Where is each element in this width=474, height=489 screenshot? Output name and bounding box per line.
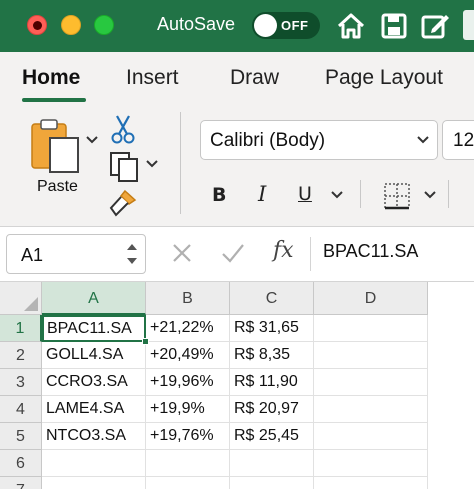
edit-icon[interactable]: [420, 11, 450, 41]
font-name-value: Calibri (Body): [210, 130, 326, 151]
row-header-1[interactable]: 1: [0, 315, 42, 342]
cell-d4[interactable]: [314, 396, 428, 423]
paste-icon[interactable]: [30, 118, 82, 174]
cell-d2[interactable]: [314, 342, 428, 369]
cancel-icon[interactable]: [170, 241, 194, 265]
tab-home[interactable]: Home: [22, 66, 80, 90]
row-header-3[interactable]: 3: [0, 369, 42, 396]
column-header-a[interactable]: A: [42, 282, 146, 315]
tab-insert[interactable]: Insert: [126, 66, 179, 90]
toggle-knob: [254, 14, 277, 37]
cell-c4[interactable]: R$ 20,97: [230, 396, 314, 423]
ribbon-divider: [180, 112, 181, 214]
cell-a4[interactable]: LAME4.SA: [42, 396, 146, 423]
cell-b3[interactable]: +19,96%: [146, 369, 230, 396]
format-painter-icon[interactable]: [107, 188, 139, 218]
italic-button[interactable]: I: [258, 182, 266, 206]
home-icon[interactable]: [336, 11, 366, 41]
chevron-down-icon[interactable]: [86, 135, 98, 145]
name-box[interactable]: A1: [6, 234, 146, 274]
cell-a7[interactable]: [42, 477, 146, 489]
ribbon-tabs: Home Insert Draw Page Layout: [0, 52, 474, 102]
cell-d1[interactable]: [314, 315, 428, 342]
save-icon[interactable]: [379, 11, 409, 41]
cell-d3[interactable]: [314, 369, 428, 396]
column-header-c[interactable]: C: [230, 282, 314, 315]
bold-button[interactable]: B: [212, 184, 226, 206]
autosave-state: OFF: [281, 18, 309, 33]
maximize-window-button[interactable]: [94, 15, 114, 35]
title-bar: AutoSave OFF: [0, 0, 474, 52]
cell-d6[interactable]: [314, 450, 428, 477]
cell-a3[interactable]: CCRO3.SA: [42, 369, 146, 396]
cell-b5[interactable]: +19,76%: [146, 423, 230, 450]
cell-c2[interactable]: R$ 8,35: [230, 342, 314, 369]
close-icon: [33, 21, 42, 30]
close-window-button[interactable]: [27, 15, 47, 35]
row-header-2[interactable]: 2: [0, 342, 42, 369]
cell-d7[interactable]: [314, 477, 428, 489]
cell-c3[interactable]: R$ 11,90: [230, 369, 314, 396]
tab-page-layout[interactable]: Page Layout: [325, 66, 443, 90]
scissors-icon[interactable]: [110, 114, 136, 144]
autosave-label: AutoSave: [157, 14, 236, 34]
row-header-7[interactable]: 7: [0, 477, 42, 489]
cell-c7[interactable]: [230, 477, 314, 489]
cell-c5[interactable]: R$ 25,45: [230, 423, 314, 450]
borders-icon[interactable]: [383, 182, 411, 210]
checkmark-icon[interactable]: [220, 241, 246, 265]
formula-divider: [310, 237, 311, 271]
cell-a1[interactable]: BPAC11.SA: [42, 315, 146, 342]
cell-d5[interactable]: [314, 423, 428, 450]
ribbon-divider: [360, 180, 361, 208]
cell-b2[interactable]: +20,49%: [146, 342, 230, 369]
chevron-down-icon[interactable]: [424, 190, 436, 200]
cell-a2[interactable]: GOLL4.SA: [42, 342, 146, 369]
copy-icon[interactable]: [108, 150, 140, 182]
underline-button[interactable]: U: [298, 183, 312, 205]
select-all-icon: [24, 297, 38, 311]
cell-b1[interactable]: +21,22%: [146, 315, 230, 342]
autosave-toggle[interactable]: OFF: [252, 12, 320, 39]
select-all-button[interactable]: [0, 282, 42, 315]
cell-b6[interactable]: [146, 450, 230, 477]
cell-a6[interactable]: [42, 450, 146, 477]
cell-c1[interactable]: R$ 31,65: [230, 315, 314, 342]
chevron-down-icon: [417, 136, 429, 144]
row-header-5[interactable]: 5: [0, 423, 42, 450]
ribbon-home: Paste Calibri (Body) 12 B I U: [0, 102, 474, 227]
row-header-6[interactable]: 6: [0, 450, 42, 477]
chevron-down-icon[interactable]: [331, 190, 343, 200]
cell-c6[interactable]: [230, 450, 314, 477]
more-icon[interactable]: [463, 10, 474, 40]
font-size-dropdown[interactable]: 12: [442, 120, 474, 160]
font-name-dropdown[interactable]: Calibri (Body): [200, 120, 438, 160]
column-header-b[interactable]: B: [146, 282, 230, 315]
ribbon-divider: [448, 180, 449, 208]
spreadsheet-grid: A B C D 1 BPAC11.SA +21,22% R$ 31,65 2 GOLL4.SA +2…: [0, 282, 474, 489]
formula-bar: A1 fx BPAC11.SA: [0, 227, 474, 282]
chevron-down-icon[interactable]: [146, 159, 158, 169]
fill-handle[interactable]: [142, 338, 149, 345]
name-box-value: A1: [21, 245, 44, 265]
row-header-4[interactable]: 4: [0, 396, 42, 423]
insert-function-button[interactable]: fx: [273, 238, 294, 263]
tab-draw[interactable]: Draw: [230, 66, 279, 90]
cell-a5[interactable]: NTCO3.SA: [42, 423, 146, 450]
formula-input[interactable]: BPAC11.SA: [323, 241, 418, 262]
column-header-d[interactable]: D: [314, 282, 428, 315]
paste-label[interactable]: Paste: [37, 178, 78, 196]
stepper-arrows-icon[interactable]: [125, 239, 139, 269]
minimize-window-button[interactable]: [61, 15, 81, 35]
font-size-value: 12: [453, 130, 474, 151]
cell-b4[interactable]: +19,9%: [146, 396, 230, 423]
cell-b7[interactable]: [146, 477, 230, 489]
